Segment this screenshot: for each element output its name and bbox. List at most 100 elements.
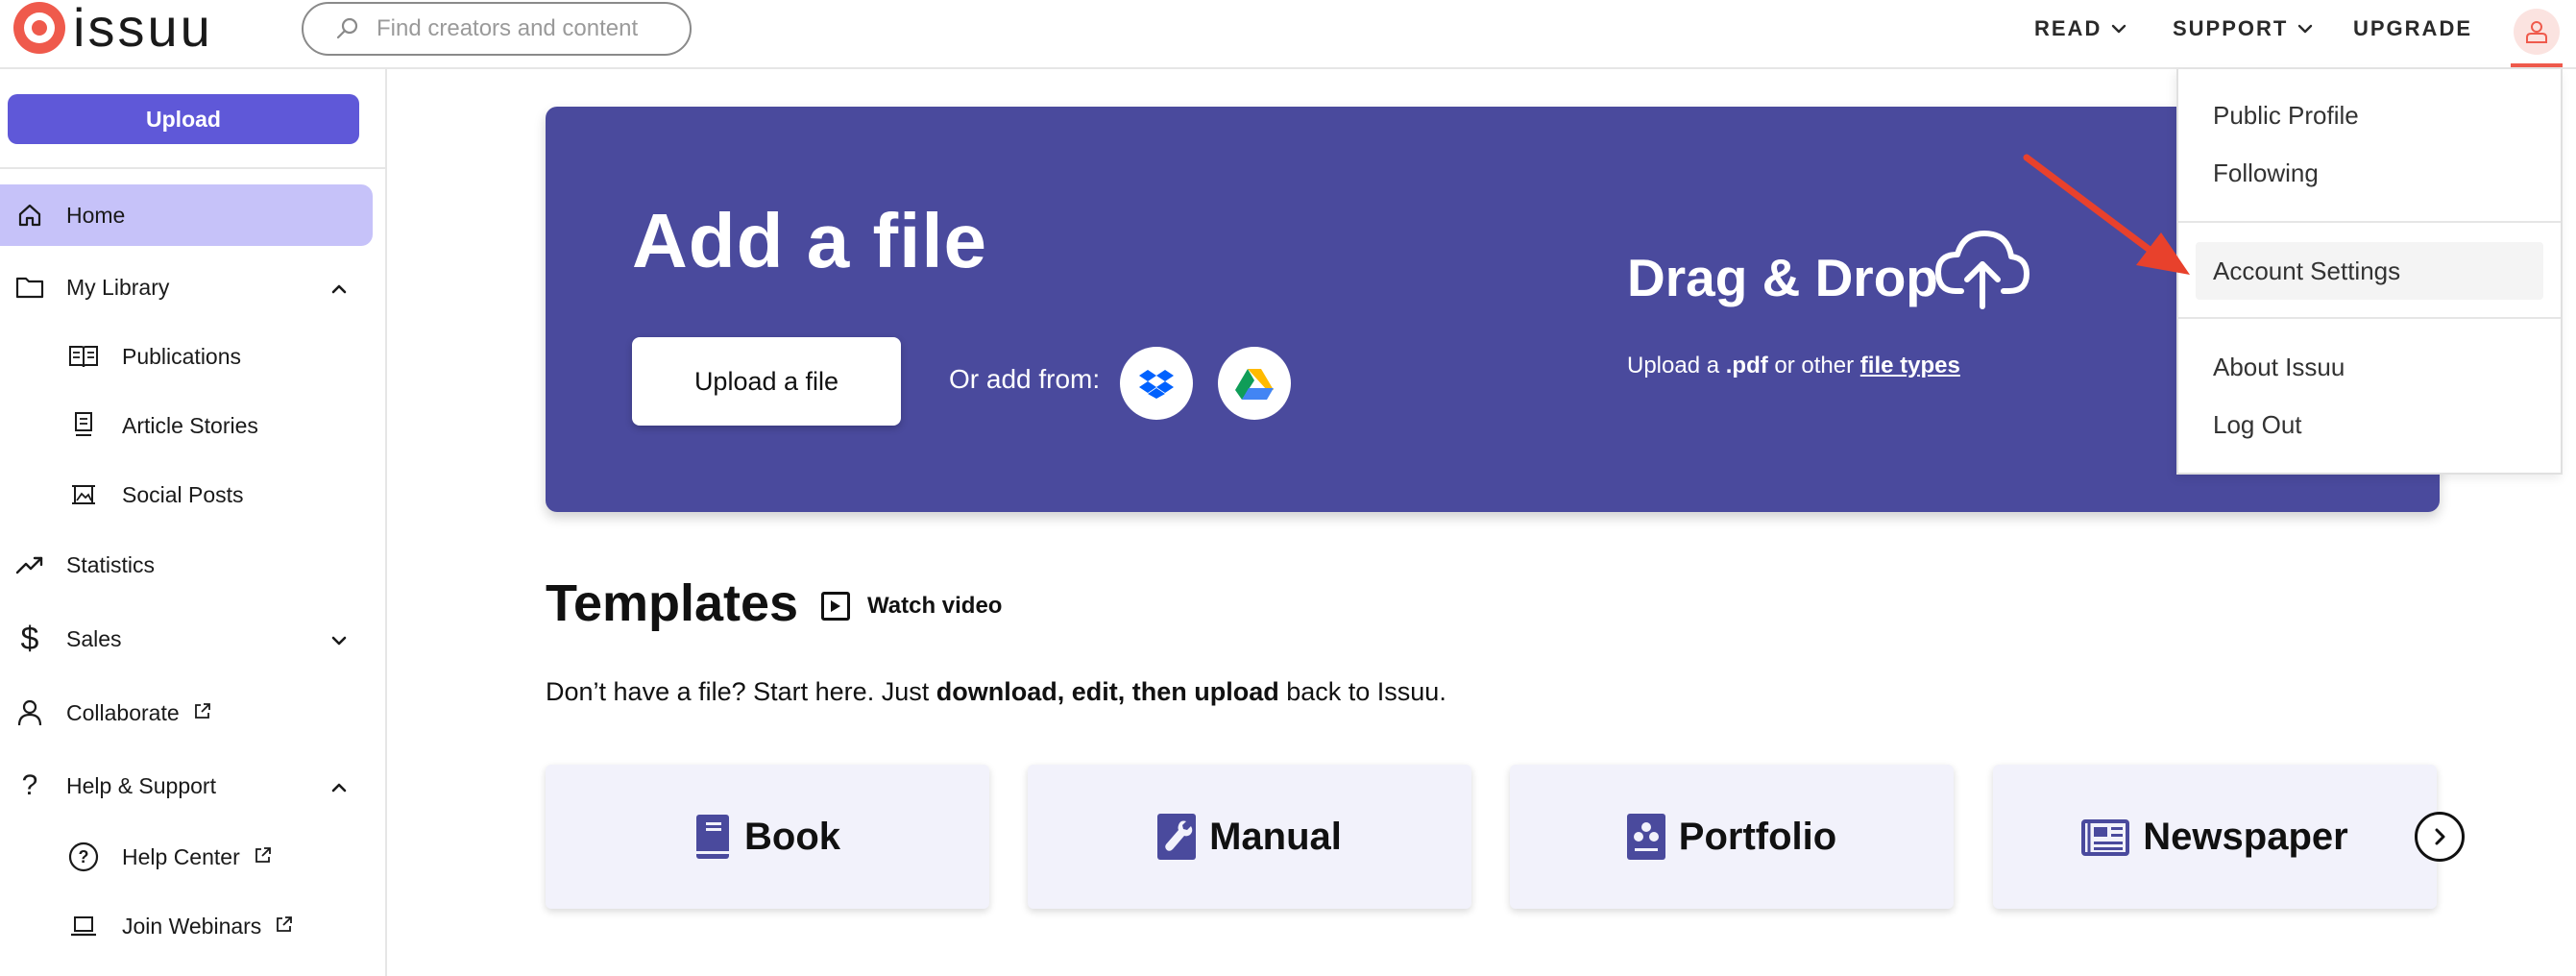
menu-item-account-settings[interactable]: Account Settings: [2196, 242, 2543, 300]
dollar-icon: $: [20, 620, 39, 657]
desc-suffix: back to Issuu.: [1286, 677, 1446, 706]
account-menu-button[interactable]: [2511, 0, 2563, 67]
sidebar-divider: [0, 167, 385, 169]
sidebar-item-label: My Library: [66, 274, 170, 300]
trend-icon: [13, 549, 46, 581]
dropbox-button[interactable]: [1120, 347, 1193, 420]
sidebar: Upload Home My Library Publications Arti…: [0, 69, 387, 976]
sidebar-item-sales[interactable]: $ Sales: [0, 608, 375, 670]
svg-text:?: ?: [79, 847, 89, 866]
account-dropdown-menu: Public Profile Following Account Setting…: [2176, 69, 2563, 475]
nav-upgrade-label: UPGRADE: [2353, 16, 2473, 40]
dropbox-icon: [1139, 370, 1174, 399]
book-open-icon: [67, 340, 100, 373]
sidebar-item-label: Statistics: [66, 551, 156, 577]
home-icon: [13, 199, 46, 232]
issuu-logo-icon: [13, 2, 65, 54]
user-icon: [2526, 21, 2547, 43]
nav-read-label: READ: [2034, 16, 2102, 40]
sidebar-item-label: Join Webinars: [122, 913, 262, 939]
sidebar-item-label: Home: [66, 202, 126, 228]
menu-item-about-issuu[interactable]: About Issuu: [2178, 338, 2561, 396]
sidebar-item-join-webinars[interactable]: Join Webinars: [0, 895, 375, 957]
external-link-icon: [193, 701, 212, 720]
nav-upgrade[interactable]: UPGRADE: [2353, 13, 2472, 44]
top-bar: issuu READ SUPPORT UPGRADE: [0, 0, 2576, 69]
upload-button[interactable]: Upload: [8, 94, 359, 144]
chevron-right-icon: [2435, 828, 2445, 845]
next-templates-button[interactable]: [2415, 812, 2465, 862]
sidebar-item-help-support[interactable]: ? Help & Support: [0, 755, 375, 817]
drag-drop-subtitle: Upload a .pdf or other file types: [1627, 353, 1960, 379]
search-input[interactable]: [377, 15, 665, 42]
chevron-up-icon: [330, 275, 348, 301]
drag-drop-title: Drag & Drop: [1627, 248, 1938, 307]
search-icon: [330, 12, 365, 46]
logo-text: issuu: [73, 0, 213, 58]
sidebar-item-social-posts[interactable]: Social Posts: [0, 464, 375, 525]
sidebar-item-publications[interactable]: Publications: [0, 326, 375, 387]
template-label: Book: [744, 815, 840, 858]
chevron-down-icon: [330, 626, 348, 652]
template-label: Newspaper: [2143, 815, 2348, 858]
template-card-book[interactable]: Book: [546, 765, 989, 909]
sidebar-item-label: Collaborate: [66, 699, 180, 725]
play-icon: [821, 592, 850, 621]
sidebar-item-label: Publications: [122, 343, 242, 369]
image-frame-icon: [67, 478, 100, 511]
sub-prefix: Upload a: [1627, 353, 1720, 378]
nav-support[interactable]: SUPPORT: [2173, 13, 2313, 44]
chevron-up-icon: [330, 773, 348, 799]
watch-video-button[interactable]: Watch video: [821, 590, 1002, 622]
menu-divider: [2178, 221, 2561, 223]
external-link-icon: [275, 915, 294, 934]
article-icon: [67, 409, 100, 442]
portfolio-icon: [1626, 814, 1665, 860]
templates-description: Don’t have a file? Start here. Just down…: [546, 677, 1446, 707]
search-bar[interactable]: [302, 2, 692, 56]
or-add-from-label: Or add from:: [949, 364, 1101, 394]
sidebar-item-statistics[interactable]: Statistics: [0, 534, 375, 596]
sidebar-item-label-wrap: Join Webinars: [122, 914, 294, 939]
file-types-link[interactable]: file types: [1860, 353, 1960, 378]
nav-read[interactable]: READ: [2034, 13, 2126, 44]
nav-support-label: SUPPORT: [2173, 16, 2289, 40]
desc-bold: download, edit, then upload: [936, 677, 1279, 706]
template-card-newspaper[interactable]: Newspaper: [1993, 765, 2437, 909]
template-label: Manual: [1209, 815, 1342, 858]
folder-icon: [13, 271, 46, 304]
sidebar-item-label: Help Center: [122, 843, 240, 869]
sidebar-item-label: Help & Support: [66, 772, 216, 798]
sidebar-item-label: Social Posts: [122, 481, 244, 507]
sidebar-item-my-library[interactable]: My Library: [0, 256, 375, 318]
wrench-icon: [1157, 814, 1197, 860]
sidebar-item-label-wrap: Collaborate: [66, 700, 212, 726]
person-icon: [13, 696, 46, 729]
sidebar-item-collaborate[interactable]: Collaborate: [0, 682, 375, 744]
google-drive-button[interactable]: [1218, 347, 1291, 420]
menu-item-following[interactable]: Following: [2178, 144, 2561, 202]
menu-item-public-profile[interactable]: Public Profile: [2178, 86, 2561, 144]
issuu-logo[interactable]: issuu: [13, 0, 213, 58]
sidebar-item-help-center[interactable]: ? Help Center: [0, 826, 375, 888]
help-circle-icon: ?: [67, 841, 100, 873]
chevron-down-icon: [2112, 24, 2126, 34]
sidebar-item-home[interactable]: Home: [0, 184, 373, 246]
sidebar-item-label-wrap: Help Center: [122, 844, 273, 870]
cloud-upload-icon: [1934, 228, 2030, 315]
template-card-portfolio[interactable]: Portfolio: [1510, 765, 1954, 909]
templates-heading: Templates: [546, 574, 799, 632]
watch-video-label: Watch video: [867, 593, 1003, 619]
desc-prefix: Don’t have a file? Start here. Just: [546, 677, 930, 706]
external-link-icon: [254, 845, 273, 865]
sidebar-item-article-stories[interactable]: Article Stories: [0, 395, 375, 456]
template-card-manual[interactable]: Manual: [1028, 765, 1471, 909]
annotation-arrow: [2023, 154, 2190, 275]
hero-title: Add a file: [632, 198, 988, 283]
sidebar-item-label: Article Stories: [122, 412, 258, 438]
upload-file-button[interactable]: Upload a file: [632, 337, 901, 426]
sub-middle: or other: [1774, 353, 1855, 378]
menu-item-log-out[interactable]: Log Out: [2178, 396, 2561, 453]
menu-divider: [2178, 317, 2561, 319]
sub-pdf: .pdf: [1725, 353, 1768, 378]
